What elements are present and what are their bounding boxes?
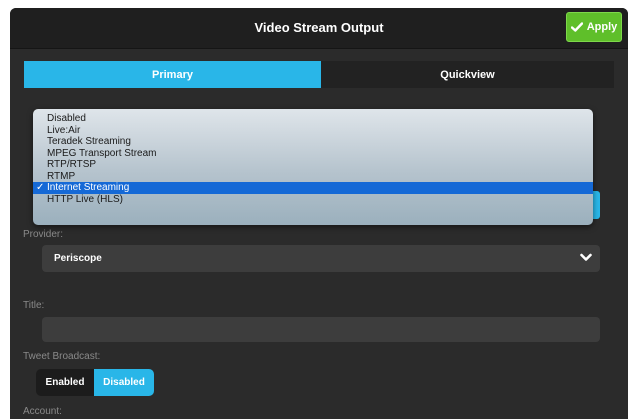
account-label: Account: [23, 406, 62, 417]
dropdown-option-internet-streaming[interactable]: ✓ Internet Streaming [33, 182, 593, 194]
provider-value: Periscope [54, 253, 102, 264]
checkmark-icon [570, 22, 583, 32]
apply-button[interactable]: Apply [566, 12, 622, 42]
panel-header: Video Stream Output Apply [10, 8, 628, 49]
video-stream-output-panel: Video Stream Output Apply Primary Quickv… [10, 8, 628, 419]
dropdown-option-http-live-hls[interactable]: HTTP Live (HLS) [33, 194, 593, 206]
provider-label: Provider: [23, 229, 64, 240]
provider-select[interactable]: Periscope [42, 245, 600, 272]
dropdown-option-disabled[interactable]: Disabled [33, 113, 593, 125]
tweet-enabled-option[interactable]: Enabled [36, 369, 94, 396]
apply-label: Apply [586, 21, 618, 33]
tweet-disabled-option[interactable]: Disabled [94, 369, 154, 396]
dropdown-option-mpeg-ts[interactable]: MPEG Transport Stream [33, 148, 593, 160]
title-label: Title: [23, 300, 45, 311]
dropdown-option-rtmp[interactable]: RTMP [33, 171, 593, 183]
dropdown-option-rtp-rtsp[interactable]: RTP/RTSP [33, 159, 593, 171]
chevron-down-icon [580, 253, 592, 265]
stream-tabs: Primary Quickview [24, 61, 614, 88]
tab-primary[interactable]: Primary [24, 61, 321, 88]
tweet-broadcast-toggle: Enabled Disabled [36, 369, 154, 396]
checkmark-icon: ✓ [36, 182, 45, 193]
mode-dropdown-list: Disabled Live:Air Teradek Streaming MPEG… [33, 109, 593, 225]
mode-select-box[interactable] [592, 191, 600, 219]
title-input[interactable] [42, 317, 600, 342]
page-title: Video Stream Output [254, 20, 384, 35]
dropdown-option-teradek-streaming[interactable]: Teradek Streaming [33, 136, 593, 148]
tab-quickview[interactable]: Quickview [321, 61, 614, 88]
dropdown-option-live-air[interactable]: Live:Air [33, 125, 593, 137]
tweet-broadcast-label: Tweet Broadcast: [23, 351, 101, 362]
